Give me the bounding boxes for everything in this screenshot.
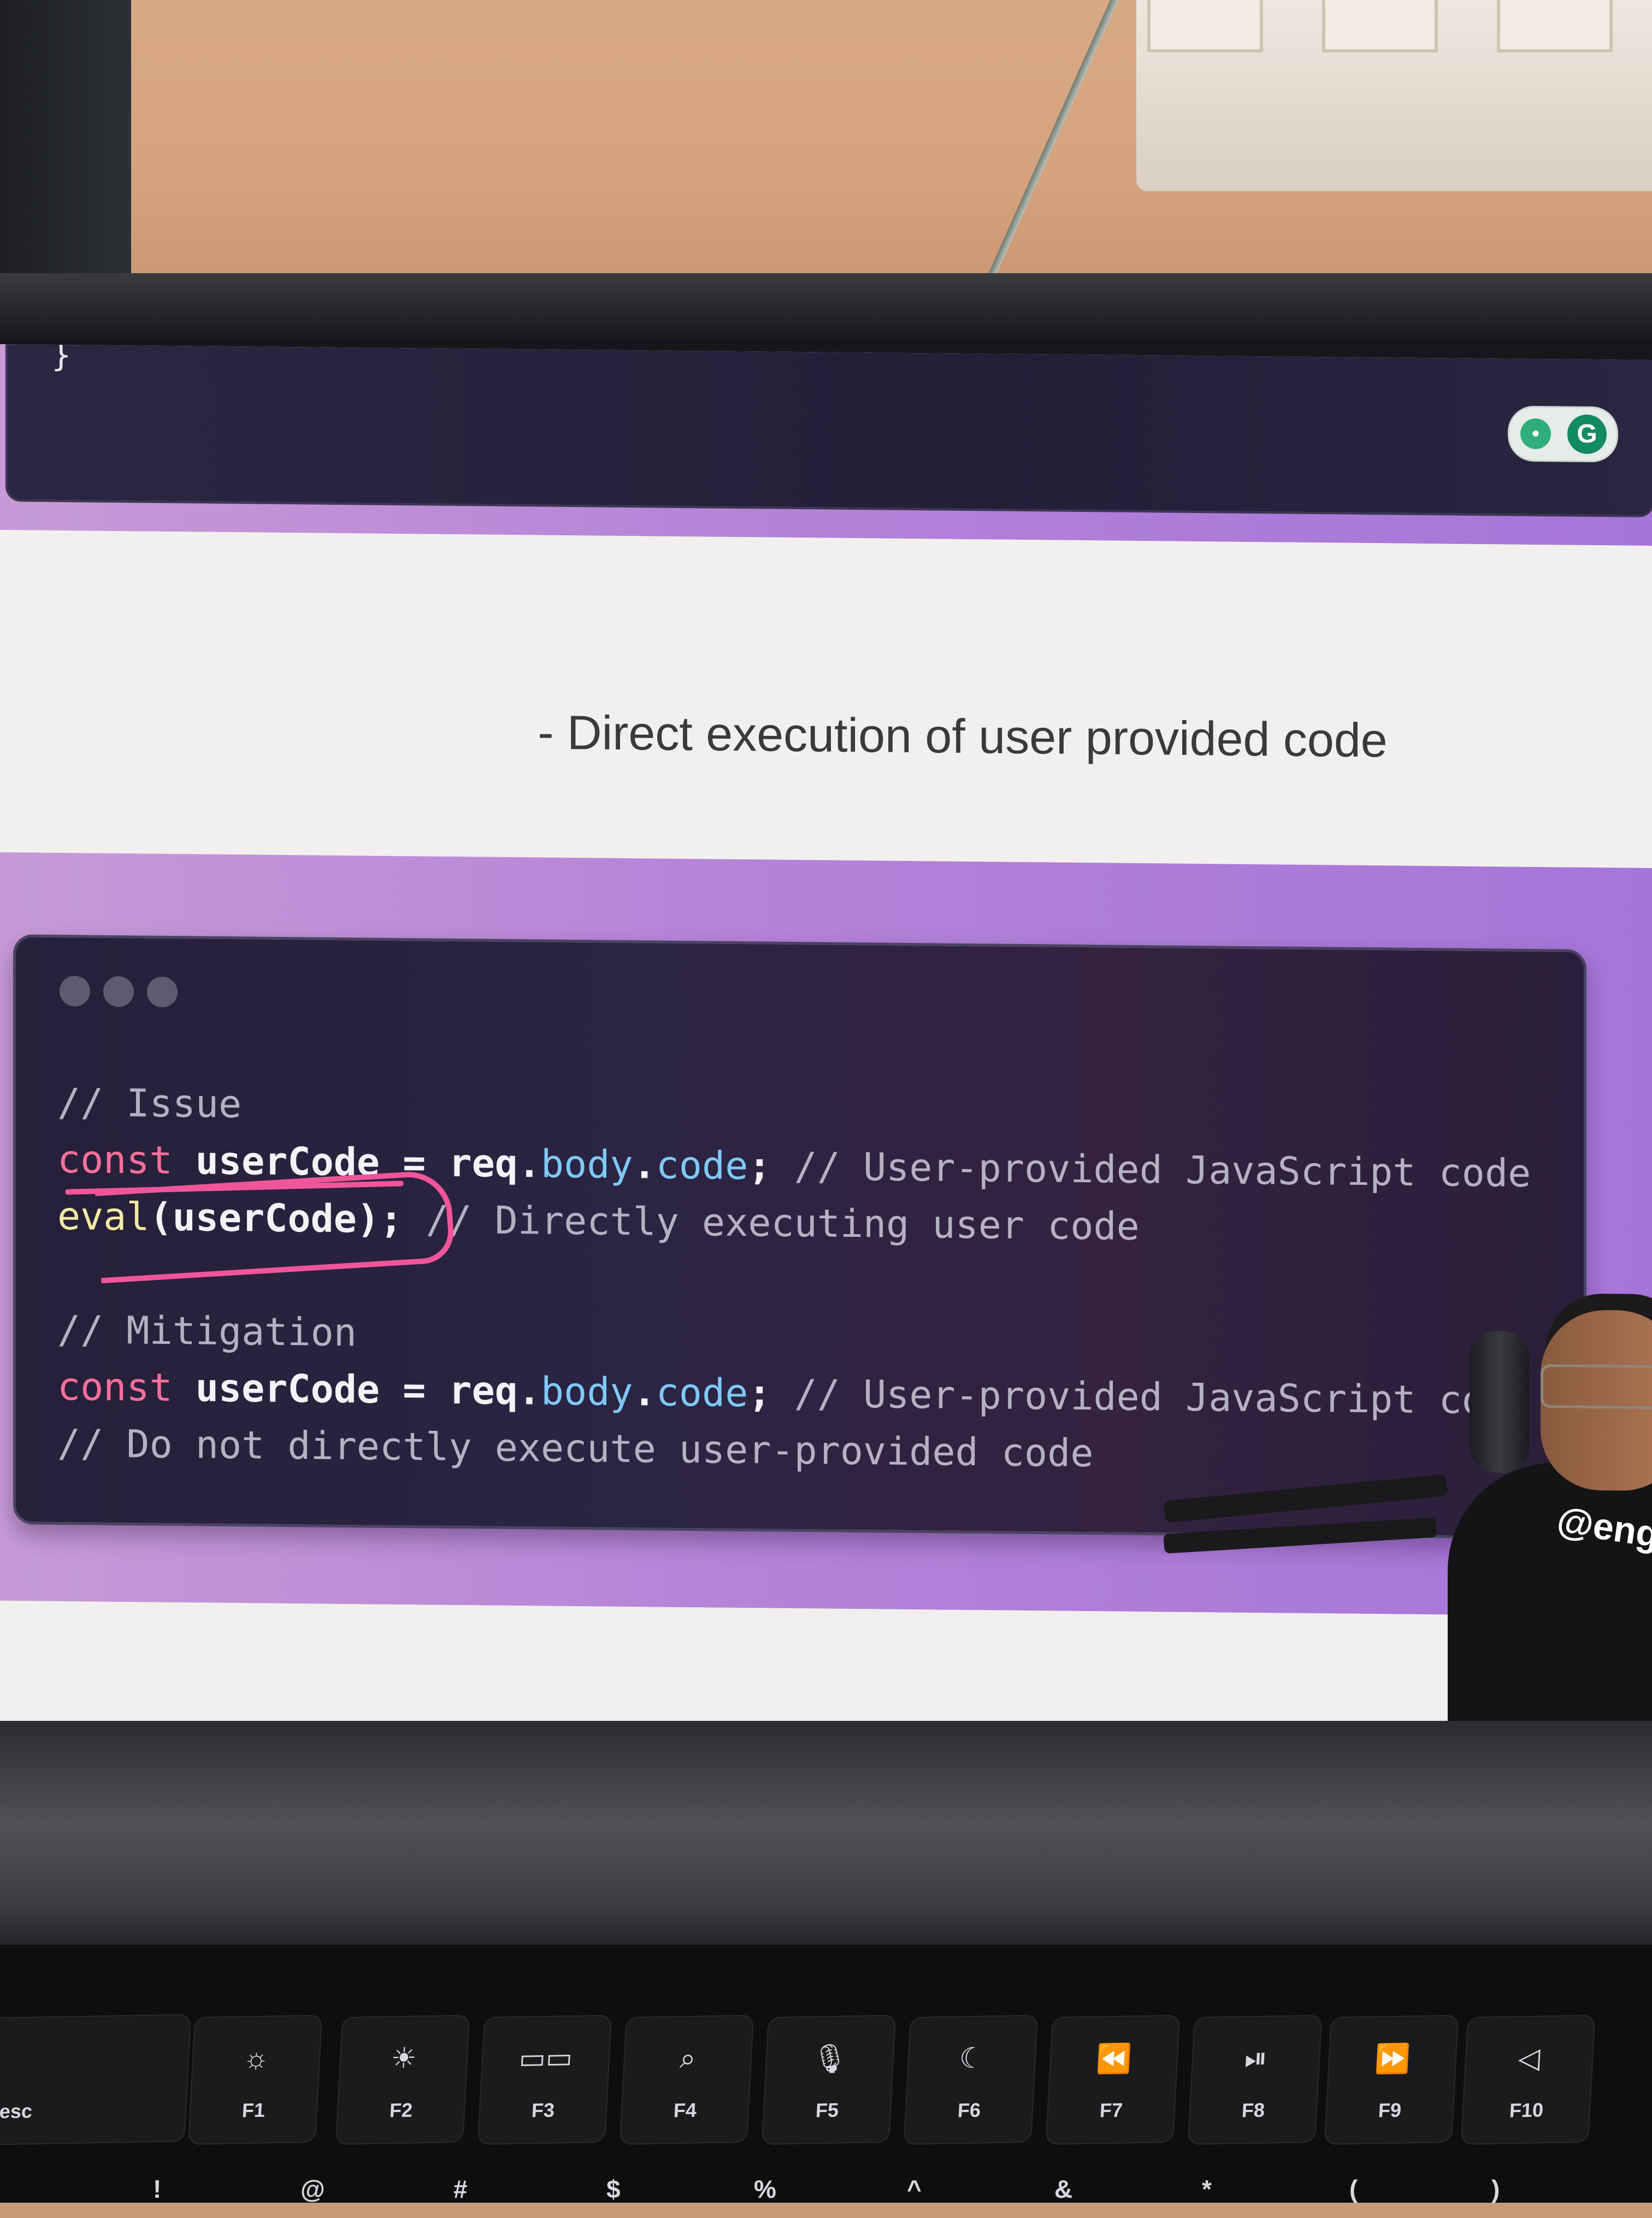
code-token: // Issue <box>57 1080 242 1127</box>
key-label: F2 <box>388 2098 414 2122</box>
key-label: esc <box>0 2099 33 2123</box>
lightbulb-icon[interactable]: • <box>1520 418 1551 450</box>
key-f4[interactable]: ⌕ F4 <box>619 2014 754 2145</box>
key-esc[interactable]: esc <box>0 2014 192 2146</box>
code-token: req. <box>449 1367 541 1414</box>
wall-socket <box>1322 0 1438 52</box>
code-token: // Mitigation <box>57 1307 357 1355</box>
mic-arm <box>1163 1474 1448 1523</box>
window-dot-icon <box>103 976 134 1007</box>
code-token: userCode = <box>172 1365 449 1413</box>
key-f1[interactable]: ☼ F1 <box>187 2014 323 2145</box>
wall-socket <box>1497 0 1613 52</box>
grammarly-icon[interactable]: G <box>1567 414 1607 455</box>
number-key[interactable]: ^ <box>907 2174 922 2204</box>
code-token: req. <box>449 1140 541 1187</box>
key-glyph-icon: ⏯ <box>1243 2042 1268 2075</box>
key-glyph-icon: ⏩ <box>1374 2043 1411 2075</box>
key-f6[interactable]: ☾ F6 <box>903 2014 1039 2145</box>
key-label: F1 <box>241 2098 266 2122</box>
presenter-body <box>1448 1461 1652 1737</box>
code-token: const <box>57 1137 173 1183</box>
key-label: F9 <box>1377 2098 1402 2122</box>
window-controls <box>60 976 191 1010</box>
glasses-icon <box>1541 1364 1652 1409</box>
code-token: ; <box>748 1371 794 1416</box>
number-key[interactable]: & <box>1054 2174 1072 2204</box>
number-key-row: ! @ # $% ^ & * () <box>0 2174 1652 2218</box>
code-token: body <box>541 1141 633 1188</box>
key-label: F3 <box>530 2098 556 2122</box>
external-monitor-edge <box>0 0 131 273</box>
code-token: code <box>656 1142 748 1189</box>
number-key[interactable]: ! <box>153 2174 161 2204</box>
key-glyph-icon: ☼ <box>242 2042 270 2075</box>
code-token: const <box>57 1364 173 1411</box>
microphone-icon <box>1470 1330 1530 1473</box>
laptop-bottom-bezel <box>0 1721 1652 1950</box>
slide-heading-section <box>0 530 1652 869</box>
wall-socket-plate <box>1136 0 1652 191</box>
key-f7[interactable]: ⏪ F7 <box>1045 2014 1181 2145</box>
laptop-screen: } • G - Direct execution of user provide… <box>0 344 1652 1737</box>
code-token: // Directly executing user code <box>426 1197 1140 1249</box>
key-f10[interactable]: ◁ F10 <box>1460 2014 1596 2145</box>
key-label: F6 <box>957 2098 982 2122</box>
key-label: F8 <box>1241 2098 1266 2122</box>
key-f3[interactable]: ▭▭ F3 <box>477 2014 612 2145</box>
key-glyph-icon: ☀ <box>390 2042 417 2075</box>
window-dot-icon <box>147 976 178 1008</box>
key-label: F5 <box>815 2098 840 2122</box>
wall-socket <box>1147 0 1263 52</box>
key-glyph-icon: 🎙 <box>811 2043 849 2075</box>
key-glyph-icon: ◁ <box>1517 2042 1541 2075</box>
code-token: // User-provided JavaScript code <box>794 1143 1531 1196</box>
key-label: F7 <box>1099 2098 1124 2122</box>
number-key[interactable]: # <box>453 2174 468 2204</box>
key-f8[interactable]: ⏯ F8 <box>1187 2014 1323 2145</box>
browser-extension-pill[interactable]: • G <box>1508 405 1618 463</box>
number-key[interactable]: % <box>754 2174 776 2204</box>
key-label: F10 <box>1508 2098 1544 2122</box>
code-token: // Do not directly execute user-provided… <box>57 1421 1094 1476</box>
key-f5[interactable]: 🎙 F5 <box>761 2014 896 2145</box>
presenter-webcam: @engi <box>1163 1293 1652 1737</box>
key-glyph-icon: ⏪ <box>1095 2043 1132 2075</box>
previous-code-card: } <box>5 344 1652 518</box>
number-key[interactable]: ( <box>1349 2174 1358 2204</box>
number-key[interactable]: ) <box>1491 2174 1500 2204</box>
key-glyph-icon: ▭▭ <box>518 2042 574 2075</box>
key-glyph-icon: ⌕ <box>678 2042 697 2075</box>
code-token: code <box>656 1370 748 1416</box>
key-glyph-icon: ☾ <box>958 2042 986 2075</box>
code-token: ; <box>748 1143 794 1189</box>
keyboard: esc ☼ F1 ☀ F2 ▭▭ F3 ⌕ F4 🎙 F5 ☾ F6 ⏪ F7 ⏯ F8 ⏩ F9 ◁ F10 ! @ # $… <box>0 1945 1652 2203</box>
number-key[interactable]: * <box>1202 2174 1212 2204</box>
window-dot-icon <box>60 976 90 1007</box>
key-f9[interactable]: ⏩ F9 <box>1324 2014 1459 2145</box>
key-label: F4 <box>672 2098 698 2122</box>
code-token: . <box>633 1370 656 1415</box>
code-brace: } <box>51 344 72 375</box>
mic-arm <box>1163 1517 1437 1554</box>
code-token: body <box>541 1368 633 1415</box>
number-key[interactable]: $ <box>606 2174 621 2204</box>
number-key[interactable]: @ <box>300 2174 325 2204</box>
code-token: . <box>633 1142 656 1188</box>
key-f2[interactable]: ☀ F2 <box>335 2014 470 2145</box>
